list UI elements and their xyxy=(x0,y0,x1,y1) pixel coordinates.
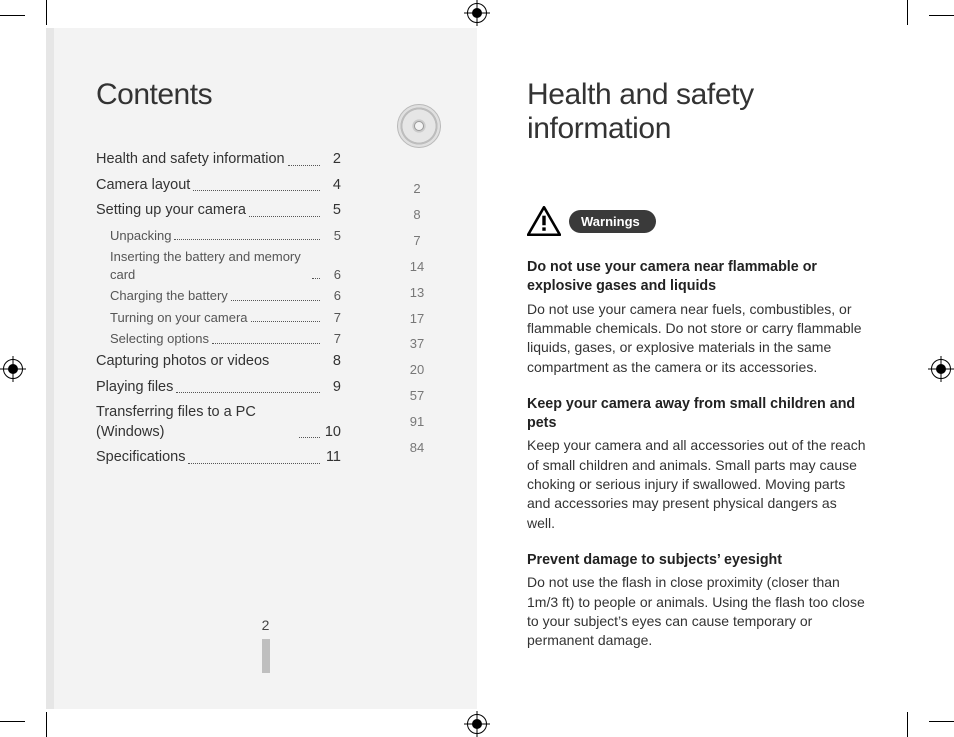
toc-label: Capturing photos or videos xyxy=(96,352,269,372)
toc-leaders xyxy=(176,392,320,393)
toc-page: 11 xyxy=(323,448,341,468)
toc-label: Charging the battery xyxy=(110,287,228,305)
toc-page: 6 xyxy=(323,266,341,284)
toc-label: Unpacking xyxy=(110,227,171,245)
index-number: 84 xyxy=(399,435,435,460)
crop-mark xyxy=(46,0,47,25)
toc-page: 8 xyxy=(323,352,341,372)
registration-mark-icon xyxy=(464,711,490,737)
toc-sublist: Unpacking 5 Inserting the battery and me… xyxy=(96,227,341,348)
toc-entry: Camera layout 4 xyxy=(96,176,341,196)
index-number: 37 xyxy=(399,331,435,356)
index-side-numbers: 2 8 7 14 13 17 37 20 57 91 84 xyxy=(399,176,435,461)
index-number: 20 xyxy=(399,357,435,382)
toc-entry: Specifications 11 xyxy=(96,448,341,468)
index-number: 2 xyxy=(399,176,435,201)
toc-entry: Setting up your camera 5 xyxy=(96,201,341,221)
toc-label: Transferring files to a PC (Windows) xyxy=(96,403,296,442)
toc-page: 7 xyxy=(323,309,341,327)
toc-subentry: Selecting options 7 xyxy=(110,330,341,348)
warnings-label: Warnings xyxy=(569,210,656,233)
safety-block-title: Prevent damage to subjects’ eyesight xyxy=(527,551,868,570)
toc-label: Health and safety information xyxy=(96,150,285,170)
toc-entry: Capturing photos or videos 8 xyxy=(96,352,341,372)
crop-mark xyxy=(907,712,908,737)
toc-label: Setting up your camera xyxy=(96,201,246,221)
warnings-header: Warnings xyxy=(527,206,868,236)
index-number: 8 xyxy=(399,202,435,227)
toc-page: 10 xyxy=(323,423,341,443)
toc-label: Turning on your camera xyxy=(110,309,248,327)
safety-block-body: Keep your camera and all accessories out… xyxy=(527,436,868,533)
toc-label: Inserting the battery and memory card xyxy=(110,248,309,283)
toc-leaders xyxy=(299,437,320,438)
left-page-footer: 2 xyxy=(54,617,477,673)
contents-heading: Contents xyxy=(96,78,437,112)
toc-entry: Transferring files to a PC (Windows) 10 xyxy=(96,403,341,442)
toc-leaders xyxy=(212,343,320,344)
toc-label: Camera layout xyxy=(96,176,190,196)
crop-mark xyxy=(929,721,954,722)
toc-page: 9 xyxy=(323,378,341,398)
toc-page: 5 xyxy=(323,201,341,221)
toc-leaders xyxy=(312,278,320,279)
registration-mark-icon xyxy=(928,356,954,382)
crop-mark xyxy=(907,0,908,25)
toc-leaders xyxy=(231,300,320,301)
footer-bar-icon xyxy=(262,639,270,673)
index-number: 57 xyxy=(399,383,435,408)
page-number: 2 xyxy=(262,617,270,633)
toc-page: 7 xyxy=(323,330,341,348)
toc-subentry: Unpacking 5 xyxy=(110,227,341,245)
toc-leaders xyxy=(249,216,320,217)
right-page: Health and safety information Warnings D… xyxy=(477,28,908,709)
registration-mark-icon xyxy=(0,356,26,382)
toc-page: 5 xyxy=(323,227,341,245)
table-of-contents: Health and safety information 2 Camera l… xyxy=(96,150,341,468)
index-number: 13 xyxy=(399,280,435,305)
toc-subentry: Turning on your camera 7 xyxy=(110,309,341,327)
index-number: 14 xyxy=(399,254,435,279)
toc-leaders xyxy=(288,165,320,166)
safety-block-title: Do not use your camera near flammable or… xyxy=(527,258,868,297)
toc-page: 6 xyxy=(323,287,341,305)
safety-block-title: Keep your camera away from small childre… xyxy=(527,395,868,434)
index-number: 17 xyxy=(399,306,435,331)
safety-block: Prevent damage to subjects’ eyesight Do … xyxy=(527,551,868,651)
toc-leaders xyxy=(193,190,320,191)
safety-block: Do not use your camera near flammable or… xyxy=(527,258,868,377)
toc-page: 2 xyxy=(323,150,341,170)
crop-mark xyxy=(0,721,25,722)
toc-subentry: Charging the battery 6 xyxy=(110,287,341,305)
index-number: 7 xyxy=(399,228,435,253)
toc-entry: Health and safety information 2 xyxy=(96,150,341,170)
toc-page: 4 xyxy=(323,176,341,196)
toc-leaders xyxy=(188,463,320,464)
toc-leaders xyxy=(174,239,320,240)
toc-subentry: Inserting the battery and memory card 6 xyxy=(110,248,341,283)
crop-mark xyxy=(46,712,47,737)
registration-mark-icon xyxy=(464,0,490,26)
warning-triangle-icon xyxy=(527,206,561,236)
toc-entry: Playing files 9 xyxy=(96,378,341,398)
section-heading: Health and safety information xyxy=(527,78,868,146)
safety-block: Keep your camera away from small childre… xyxy=(527,395,868,533)
toc-leaders xyxy=(251,321,320,322)
crop-mark xyxy=(0,15,25,16)
toc-label: Playing files xyxy=(96,378,173,398)
safety-block-body: Do not use your camera near fuels, combu… xyxy=(527,300,868,377)
page-spread: Contents Health and safety information 2… xyxy=(46,28,908,709)
toc-label: Specifications xyxy=(96,448,185,468)
index-number: 91 xyxy=(399,409,435,434)
crop-mark xyxy=(929,15,954,16)
safety-block-body: Do not use the flash in close proximity … xyxy=(527,573,868,650)
cd-disc-icon xyxy=(397,104,441,148)
toc-label: Selecting options xyxy=(110,330,209,348)
left-page: Contents Health and safety information 2… xyxy=(46,28,477,709)
